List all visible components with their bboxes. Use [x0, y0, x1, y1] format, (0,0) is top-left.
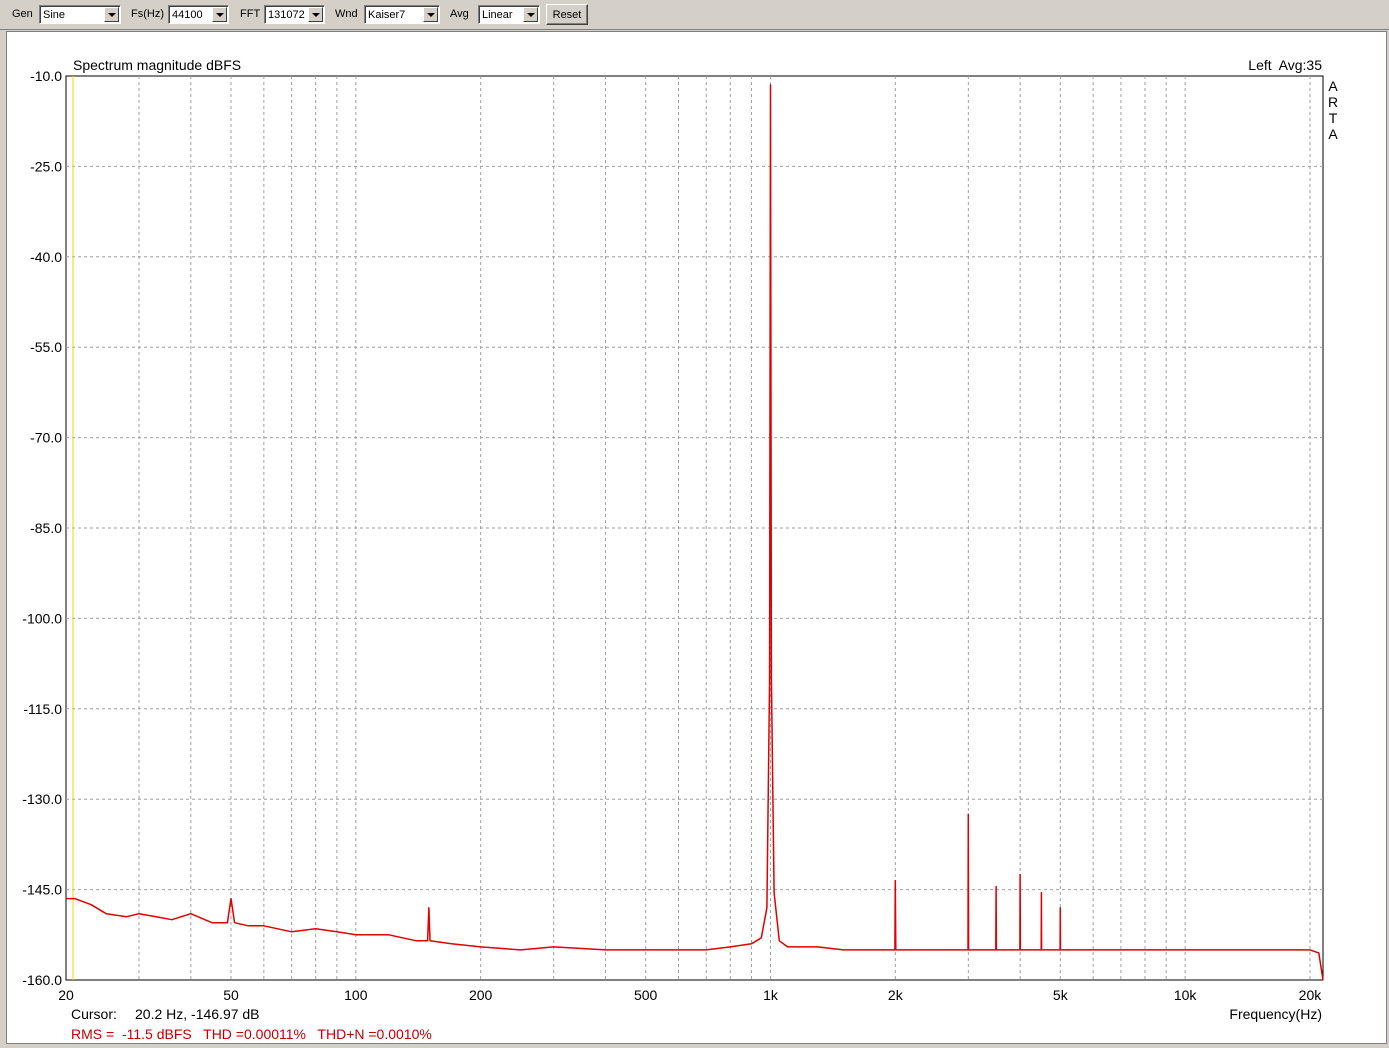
- wnd-label: Wnd: [335, 8, 358, 20]
- chevron-down-icon[interactable]: [423, 7, 438, 22]
- plot-panel: -10.0 -25.0 -40.0 -55.0 -70.0 -85.0 -100.0 -115…: [6, 31, 1387, 1044]
- y-tick-label: -115.0: [23, 701, 62, 717]
- brand-letter-r: R: [1328, 94, 1338, 110]
- avg-label: Avg: [450, 8, 469, 20]
- x-tick-label: 2k: [888, 987, 904, 1003]
- x-tick-label: 5k: [1053, 987, 1069, 1003]
- x-tick-label: 200: [469, 987, 493, 1003]
- fft-label: FFT: [240, 8, 261, 20]
- channel-info: Left Avg:35: [1248, 57, 1322, 73]
- spectrum-chart[interactable]: -10.0 -25.0 -40.0 -55.0 -70.0 -85.0 -100.0 -115…: [7, 32, 1386, 1043]
- chevron-down-icon[interactable]: [212, 7, 227, 22]
- x-tick-label: 50: [223, 987, 239, 1003]
- cursor-readout: 20.2 Hz, -146.97 dB: [135, 1006, 260, 1022]
- chevron-down-icon[interactable]: [104, 7, 119, 22]
- x-tick-label: 10k: [1174, 987, 1198, 1003]
- brand-letter-t: T: [1329, 110, 1338, 126]
- y-tick-label: -55.0: [30, 339, 62, 355]
- x-tick-label: 100: [344, 987, 368, 1003]
- reset-button[interactable]: Reset: [546, 4, 588, 25]
- fft-select[interactable]: 131072: [264, 5, 325, 24]
- y-tick-label: -160.0: [22, 972, 62, 988]
- gen-select-value: Sine: [43, 9, 66, 21]
- toolbar: Gen Sine Fs(Hz) 44100 FFT 131072 Wnd Kai…: [0, 0, 1389, 30]
- fs-label: Fs(Hz): [131, 8, 164, 20]
- y-tick-label: -130.0: [22, 791, 62, 807]
- gen-select[interactable]: Sine: [39, 5, 121, 24]
- measurement-readout: RMS = -11.5 dBFS THD =0.00011% THD+N =0.…: [71, 1026, 432, 1042]
- fs-select[interactable]: 44100: [168, 5, 229, 24]
- avg-select-value: Linear: [482, 9, 513, 21]
- x-tick-label: 500: [634, 987, 658, 1003]
- brand-letter-a1: A: [1328, 78, 1338, 94]
- brand-letter-a2: A: [1328, 126, 1338, 142]
- y-tick-label: -145.0: [22, 882, 62, 898]
- wnd-select-value: Kaiser7: [368, 9, 406, 21]
- y-tick-label: -100.0: [22, 610, 62, 626]
- y-tick-label: -85.0: [30, 520, 62, 536]
- x-tick-label: 20: [58, 987, 74, 1003]
- chevron-down-icon[interactable]: [308, 7, 323, 22]
- fft-select-value: 131072: [268, 9, 305, 21]
- x-tick-label: 20k: [1299, 987, 1323, 1003]
- y-tick-label: -40.0: [30, 249, 62, 265]
- x-axis-ticks: 20 50 100 200 500 1k 2k 5k 10k 20k: [58, 987, 1322, 1003]
- cursor-label: Cursor:: [71, 1006, 117, 1022]
- chart-title: Spectrum magnitude dBFS: [73, 57, 241, 73]
- chevron-down-icon[interactable]: [523, 7, 538, 22]
- x-axis-label: Frequency(Hz): [1229, 1006, 1322, 1022]
- gen-label: Gen: [12, 8, 33, 20]
- y-axis-ticks: -10.0 -25.0 -40.0 -55.0 -70.0 -85.0 -100.0 -115…: [22, 68, 62, 988]
- y-tick-label: -10.0: [30, 68, 62, 84]
- wnd-select[interactable]: Kaiser7: [364, 5, 440, 24]
- avg-select[interactable]: Linear: [478, 5, 540, 24]
- x-tick-label: 1k: [763, 987, 779, 1003]
- y-tick-label: -70.0: [30, 430, 62, 446]
- y-tick-label: -25.0: [30, 158, 62, 174]
- fs-select-value: 44100: [172, 9, 203, 21]
